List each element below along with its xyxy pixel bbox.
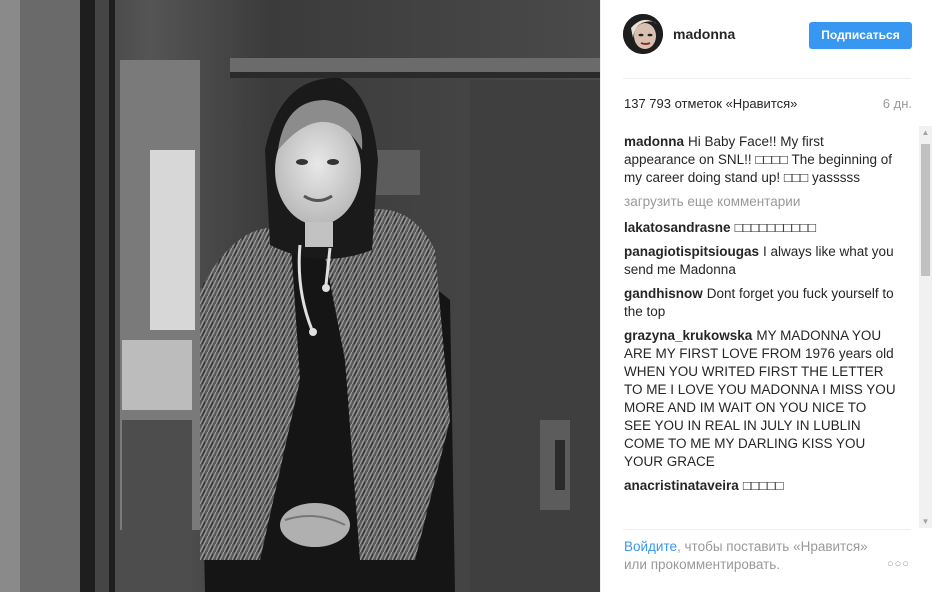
likes-row: 137 793 отметок «Нравится» 6 дн. [624, 96, 912, 116]
comment-text: □□□□□ [742, 478, 784, 493]
post-photo[interactable] [0, 0, 600, 592]
caption: madonna Hi Baby Face!! My first appearanc… [624, 133, 896, 187]
post-header: madonna Подписаться [601, 0, 932, 72]
comments-scrollbar[interactable]: ▲ ▼ [919, 126, 932, 528]
comments-list[interactable]: madonna Hi Baby Face!! My first appearanc… [624, 133, 896, 527]
comment-item: panagiotispitsiougas I always like what y… [624, 243, 896, 279]
header-divider [623, 78, 911, 79]
photo-image [0, 0, 600, 592]
comment-author[interactable]: anacristinataveira [624, 478, 739, 493]
more-options-icon[interactable]: ○○○ [887, 558, 910, 570]
comment-text: MY MADONNA YOU ARE MY FIRST LOVE FROM 19… [624, 328, 896, 469]
follow-button[interactable]: Подписаться [809, 22, 912, 49]
footer-divider [623, 529, 911, 530]
comment-author[interactable]: gandhisnow [624, 286, 703, 301]
login-prompt: Войдите, чтобы поставить «Нравится» или … [624, 538, 874, 574]
login-link[interactable]: Войдите [624, 539, 677, 554]
comment-item: lakatosandrasne □□□□□□□□□□ [624, 219, 896, 237]
scroll-thumb[interactable] [921, 144, 930, 276]
comment-author[interactable]: panagiotispitsiougas [624, 244, 759, 259]
avatar[interactable] [623, 14, 663, 54]
likes-count[interactable]: 137 793 отметок «Нравится» [624, 96, 797, 111]
post-time[interactable]: 6 дн. [883, 96, 912, 111]
load-more-comments-link[interactable]: загрузить еще комментарии [624, 193, 896, 211]
comment-item: grazyna_krukowska MY MADONNA YOU ARE MY F… [624, 327, 896, 471]
comment-author[interactable]: grazyna_krukowska [624, 328, 752, 343]
comment-author[interactable]: lakatosandrasne [624, 220, 731, 235]
scroll-down-arrow-icon[interactable]: ▼ [919, 515, 932, 528]
post-sidebar: madonna Подписаться 137 793 отметок «Нра… [600, 0, 932, 592]
username-link[interactable]: madonna [673, 26, 735, 42]
comment-text: □□□□□□□□□□ [734, 220, 817, 235]
avatar-icon [623, 14, 663, 54]
scroll-up-arrow-icon[interactable]: ▲ [919, 126, 932, 139]
comment-item: anacristinataveira □□□□□ [624, 477, 896, 495]
comment-item: gandhisnow Dont forget you fuck yourself … [624, 285, 896, 321]
caption-author[interactable]: madonna [624, 134, 684, 149]
